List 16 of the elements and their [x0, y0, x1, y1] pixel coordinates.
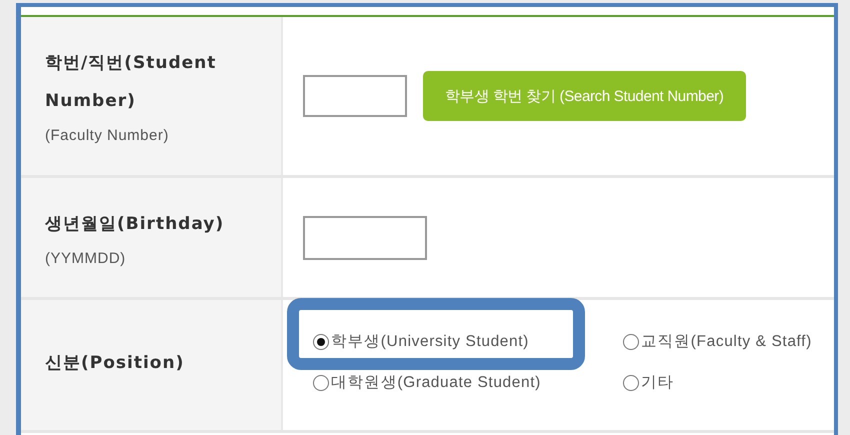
field-label: 신분(Position)	[45, 352, 186, 375]
radio-label: 학부생(University Student)	[331, 332, 529, 352]
field-hint: (YYMMDD)	[45, 248, 127, 268]
radio-button[interactable]	[623, 334, 639, 350]
field-label: 생년월일(Birthday)	[45, 212, 226, 236]
search-student-number-button[interactable]: 학부생 학번 찾기 (Search Student Number)	[423, 71, 746, 121]
field-hint: (Faculty Number)	[45, 126, 170, 146]
student-number-field[interactable]	[303, 75, 407, 117]
radio-label: 대학원생(Graduate Student)	[331, 373, 541, 393]
radio-label: 기타	[641, 373, 674, 393]
field-label: 학번/직번(Student Number)	[45, 52, 218, 113]
radio-label: 교직원(Faculty & Staff)	[641, 332, 812, 352]
birthday-field[interactable]	[303, 216, 427, 260]
radio-button[interactable]	[313, 334, 329, 350]
radio-button[interactable]	[623, 374, 639, 390]
radio-button[interactable]	[313, 374, 329, 390]
